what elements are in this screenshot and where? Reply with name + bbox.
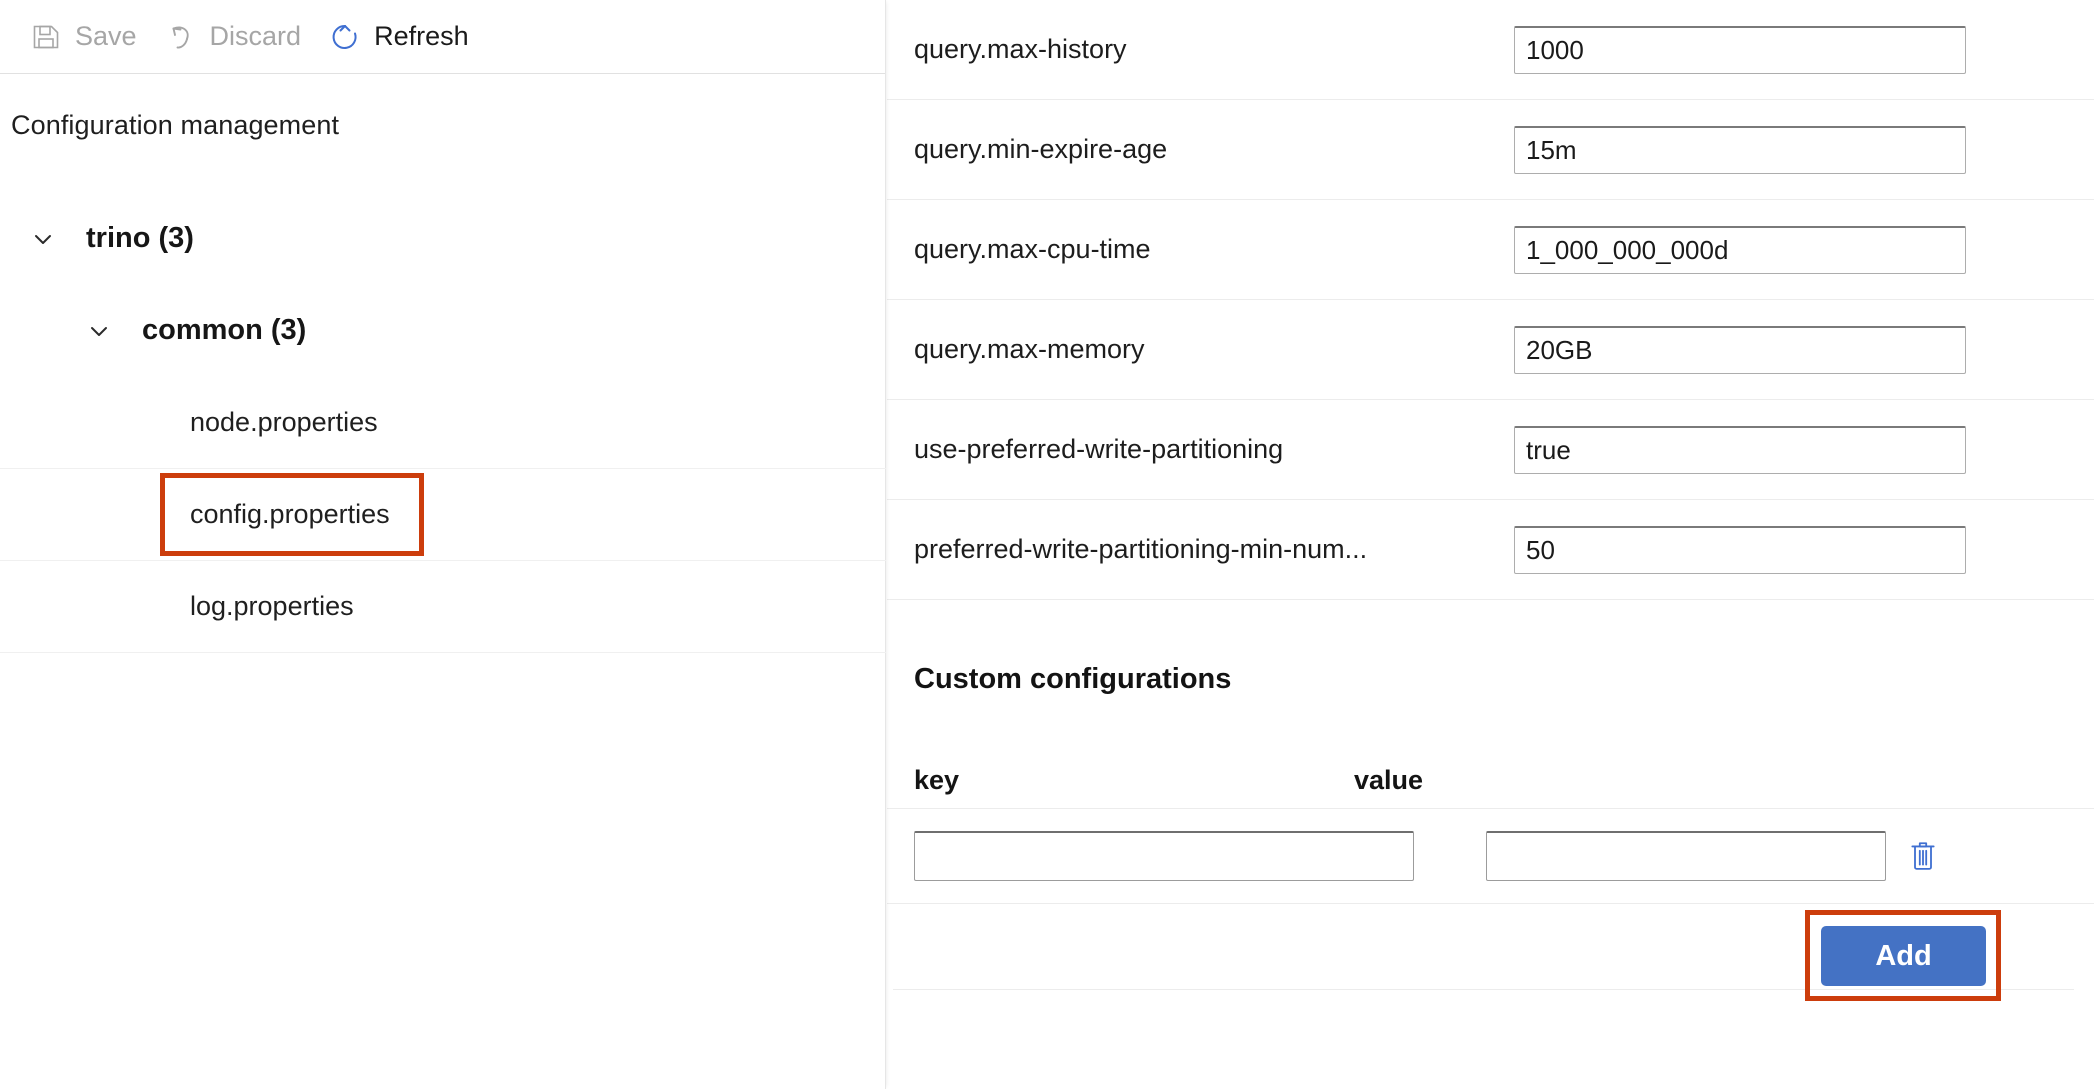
config-key-label: query.max-cpu-time [914, 234, 1151, 264]
chevron-down-icon[interactable] [82, 314, 116, 348]
left-panel: Save Discard Refresh Configuration manag… [0, 0, 886, 1089]
config-key-label: query.min-expire-age [914, 134, 1168, 164]
custom-configurations-footer: Add [887, 904, 2094, 1034]
undo-icon [165, 21, 197, 53]
discard-button[interactable]: Discard [157, 13, 322, 61]
chevron-down-icon[interactable] [26, 222, 60, 256]
custom-configuration-row [887, 808, 2094, 904]
custom-key-input[interactable] [914, 831, 1414, 881]
tree-item-node-properties[interactable]: node.properties [0, 377, 886, 469]
add-button[interactable]: Add [1821, 926, 1986, 986]
configuration-tree: trino (3) common (3) node.properties con… [0, 193, 886, 653]
footer-divider [893, 989, 2074, 990]
refresh-button-label: Refresh [374, 21, 469, 51]
custom-configurations-heading: Custom configurations [914, 663, 1232, 695]
page-title: Configuration management [11, 110, 340, 140]
config-row: query.min-expire-age [887, 100, 2094, 200]
refresh-icon [329, 21, 361, 53]
save-icon [30, 21, 62, 53]
config-value-input[interactable] [1514, 25, 1966, 74]
save-button[interactable]: Save [22, 13, 157, 61]
column-header-value: value [1354, 764, 1424, 795]
tree-item-config-properties[interactable]: config.properties [0, 469, 886, 561]
config-row: query.max-history [887, 0, 2094, 100]
config-value-input[interactable] [1514, 325, 1966, 374]
configuration-management-screen: Save Discard Refresh Configuration manag… [0, 0, 2094, 1089]
delete-custom-row-button[interactable] [1903, 834, 1943, 878]
tree-item-label: node.properties [190, 407, 378, 437]
config-row: use-preferred-write-partitioning [887, 400, 2094, 500]
tree-node-trino[interactable]: trino (3) [0, 193, 886, 285]
config-value-input[interactable] [1514, 125, 1966, 174]
tree-item-log-properties[interactable]: log.properties [0, 561, 886, 653]
config-value-input[interactable] [1514, 425, 1966, 474]
config-value-input[interactable] [1514, 225, 1966, 274]
config-key-label: query.max-history [914, 34, 1127, 64]
config-key-label: query.max-memory [914, 334, 1145, 364]
column-header-key: key [914, 764, 960, 795]
tree-node-label: common (3) [142, 314, 307, 346]
right-panel: query.max-history query.min-expire-age q… [887, 0, 2094, 1089]
config-value-input[interactable] [1514, 525, 1966, 574]
tree-item-label: log.properties [190, 591, 354, 621]
config-row: query.max-cpu-time [887, 200, 2094, 300]
command-toolbar: Save Discard Refresh [0, 0, 885, 74]
config-row: query.max-memory [887, 300, 2094, 400]
custom-configurations-header-row: key value [887, 752, 2094, 808]
custom-value-input[interactable] [1486, 831, 1886, 881]
configuration-form: query.max-history query.min-expire-age q… [887, 0, 2094, 600]
config-key-label: use-preferred-write-partitioning [914, 434, 1284, 464]
config-row: preferred-write-partitioning-min-num... [887, 500, 2094, 600]
config-key-label: preferred-write-partitioning-min-num... [914, 534, 1368, 564]
tree-node-label: trino (3) [86, 222, 194, 254]
trash-icon [1908, 839, 1938, 874]
save-button-label: Save [75, 21, 137, 51]
discard-button-label: Discard [209, 21, 302, 51]
refresh-button[interactable]: Refresh [321, 13, 489, 61]
tree-item-label: config.properties [190, 499, 390, 529]
tree-node-common[interactable]: common (3) [0, 285, 886, 377]
